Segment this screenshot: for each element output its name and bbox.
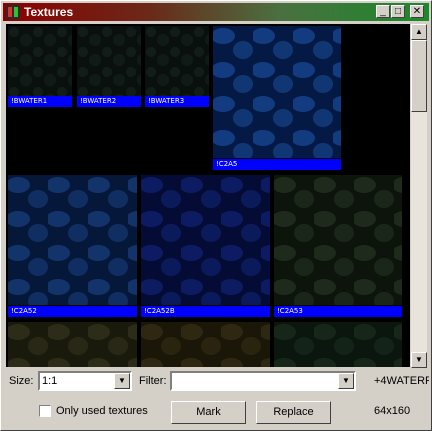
mark-button[interactable]: Mark xyxy=(171,401,246,424)
minimize-button[interactable]: _ xyxy=(376,5,390,18)
only-used-textures-checkbox[interactable] xyxy=(39,405,51,417)
texture-preview xyxy=(8,322,137,367)
texture-tile[interactable]: !C2A52 xyxy=(8,175,137,319)
texture-fill xyxy=(8,175,137,305)
current-texture-name: +4WATERF xyxy=(374,375,429,387)
texture-tile[interactable]: !C2A53 xyxy=(274,175,402,319)
filter-label-text: Filter: xyxy=(139,375,167,387)
texture-image xyxy=(8,322,137,367)
size-label: Size: xyxy=(9,375,33,387)
app-icon xyxy=(6,5,20,19)
texture-name: !BWATER1 xyxy=(8,96,72,107)
texture-image xyxy=(8,175,137,305)
size-dropdown-arrow-icon[interactable]: ▼ xyxy=(114,373,130,389)
texture-image xyxy=(274,175,402,305)
texture-image xyxy=(213,26,341,158)
texture-preview xyxy=(141,322,270,367)
texture-dimensions: 64x160 xyxy=(374,405,411,417)
scroll-thumb[interactable] xyxy=(411,40,427,112)
scroll-up-button[interactable]: ▲ xyxy=(411,24,427,40)
texture-tile[interactable] xyxy=(141,322,270,367)
texture-tile[interactable] xyxy=(8,322,137,367)
replace-button[interactable]: Replace xyxy=(256,401,331,424)
texture-preview xyxy=(145,26,209,96)
window-title: Textures xyxy=(24,5,74,19)
texture-preview xyxy=(213,26,341,158)
replace-button-label: Replace xyxy=(273,406,314,418)
texture-name: !C2A5 xyxy=(213,159,341,170)
texture-fill xyxy=(8,26,72,96)
scroll-down-button[interactable]: ▼ xyxy=(411,352,427,368)
texture-image xyxy=(77,26,141,96)
texture-preview xyxy=(77,26,141,96)
texture-name: !C2A52B xyxy=(141,306,270,317)
texture-image xyxy=(141,175,270,305)
texture-fill xyxy=(141,175,270,305)
texture-preview xyxy=(141,175,270,305)
texture-image xyxy=(274,322,402,367)
texture-tile[interactable]: !C2A52B xyxy=(141,175,270,319)
texture-fill xyxy=(77,26,141,96)
texture-fill xyxy=(145,26,209,96)
only-used-textures-label[interactable]: Only used textures xyxy=(56,405,148,417)
size-dropdown[interactable]: 1:1 ▼ xyxy=(38,371,132,391)
close-button[interactable]: ✕ xyxy=(410,5,424,18)
title-bar[interactable]: Textures _ □ ✕ xyxy=(3,3,429,21)
texture-browser[interactable]: !BWATER1 !BWATER2 !BWATER3 !C2A5 !C2A52 … xyxy=(6,24,410,367)
texture-image xyxy=(8,26,72,96)
texture-name: !C2A52 xyxy=(8,306,137,317)
texture-tile[interactable]: !BWATER2 xyxy=(77,26,141,108)
texture-tile[interactable]: !BWATER3 xyxy=(145,26,209,108)
texture-fill xyxy=(213,26,341,158)
texture-preview xyxy=(274,175,402,305)
mark-button-label: Mark xyxy=(196,406,221,418)
texture-image xyxy=(145,26,209,96)
texture-name: !C2A53 xyxy=(274,306,402,317)
textures-window: Textures _ □ ✕ !BWATER1 !BWATER2 !BWATER… xyxy=(0,0,432,431)
filter-label: Filter: xyxy=(139,375,167,387)
texture-tile[interactable]: !C2A5 xyxy=(213,26,341,171)
texture-fill xyxy=(141,322,270,367)
filter-dropdown-arrow-icon[interactable]: ▼ xyxy=(338,373,354,389)
size-label-text: Size: xyxy=(9,375,34,387)
texture-tile[interactable]: !BWATER1 xyxy=(8,26,72,108)
texture-name: !BWATER3 xyxy=(145,96,209,107)
texture-preview xyxy=(8,175,137,305)
texture-name: !BWATER2 xyxy=(77,96,141,107)
texture-fill xyxy=(8,322,137,367)
texture-preview xyxy=(8,26,72,96)
texture-preview xyxy=(274,322,402,367)
filter-dropdown[interactable]: ▼ xyxy=(170,371,356,391)
size-value: 1:1 xyxy=(42,375,58,387)
texture-fill xyxy=(274,322,402,367)
texture-image xyxy=(141,322,270,367)
maximize-button[interactable]: □ xyxy=(391,5,405,18)
texture-fill xyxy=(274,175,402,305)
texture-tile[interactable] xyxy=(274,322,402,367)
vertical-scrollbar[interactable]: ▲ ▼ xyxy=(411,24,427,368)
